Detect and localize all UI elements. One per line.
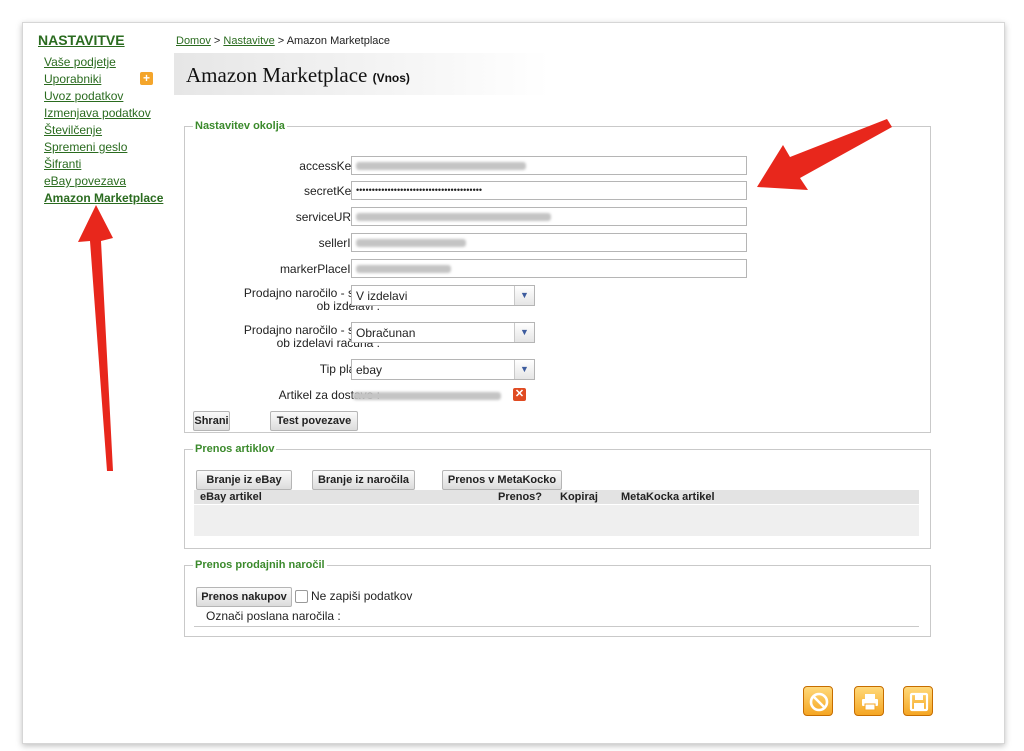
arrow-to-secret-key-icon xyxy=(757,119,892,190)
annotation-arrows xyxy=(78,119,892,471)
arrow-to-amazon-item-icon xyxy=(78,205,113,471)
